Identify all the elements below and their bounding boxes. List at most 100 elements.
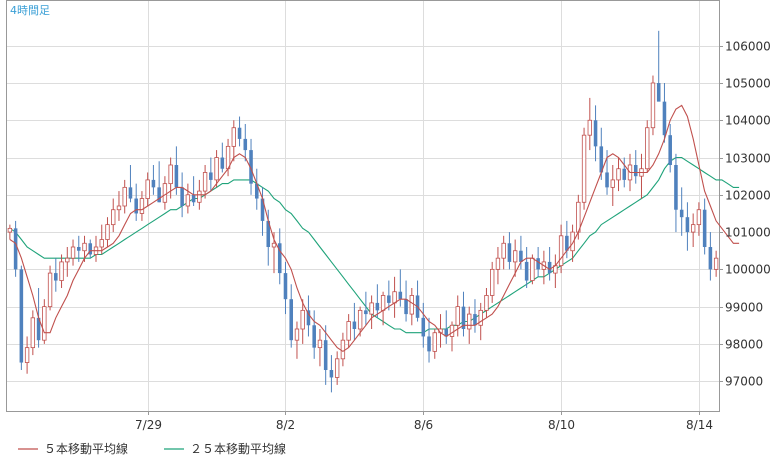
candle-up <box>501 242 506 259</box>
candle-down <box>134 198 138 214</box>
candle-down <box>421 317 426 337</box>
candle-down <box>157 187 161 203</box>
candle-up <box>713 257 719 270</box>
candle-up <box>484 295 489 311</box>
candle-up <box>334 358 340 378</box>
period-label: 4時間足 <box>10 4 50 17</box>
candle-down <box>323 340 328 370</box>
candle-up <box>346 321 351 341</box>
candle-up <box>340 339 346 360</box>
candle-down <box>536 258 540 270</box>
y-tick-label: 100000 <box>725 263 771 277</box>
candle-up <box>317 339 323 349</box>
candle-up <box>82 242 87 252</box>
candle-down <box>662 101 667 136</box>
candle-down <box>174 165 179 188</box>
candle-up <box>99 239 104 248</box>
candle-up <box>47 272 53 308</box>
candle-down <box>312 325 316 348</box>
candle-down <box>329 370 334 378</box>
candle-down <box>289 299 294 341</box>
candle-up <box>581 134 587 203</box>
candle-up <box>432 332 437 352</box>
legend-label-ma5: ５本移動平均線 <box>44 441 128 456</box>
candle-up <box>490 268 495 296</box>
candle-up <box>409 295 414 315</box>
candle-up <box>369 302 374 315</box>
candle-down <box>387 295 391 303</box>
candle-down <box>473 314 477 326</box>
candle-down <box>398 291 403 300</box>
candle-down <box>180 187 184 206</box>
candle-down <box>593 120 598 147</box>
candle-up <box>696 209 702 226</box>
candle-up <box>690 224 696 233</box>
candle-up <box>512 250 518 263</box>
candle-up <box>558 235 564 267</box>
x-tick-label: 8/2 <box>276 418 295 432</box>
y-tick-label: 104000 <box>725 114 771 128</box>
candle-up <box>116 205 122 211</box>
candle-up <box>610 179 615 188</box>
candle-up <box>392 291 397 304</box>
legend-label-ma25: ２５本移動平均線 <box>190 441 286 456</box>
candle-down <box>151 179 156 188</box>
candle-down <box>352 321 357 329</box>
candle-up <box>24 347 30 363</box>
candle-down <box>243 138 248 151</box>
candlestick-chart: 97000 98000 99000 100000 101000 102000 103000 1… <box>0 0 784 462</box>
candle-down <box>685 217 690 233</box>
candle-down <box>13 228 18 270</box>
candle-up <box>300 309 305 330</box>
candle-down <box>547 261 552 274</box>
candle-down <box>191 194 196 203</box>
y-tick-label: 103000 <box>725 152 771 166</box>
x-tick-label: 8/14 <box>686 418 713 432</box>
x-tick-label: 8/10 <box>548 418 575 432</box>
candle-up <box>380 295 386 311</box>
candle-down <box>702 209 707 247</box>
candle-up <box>455 306 460 326</box>
x-tick-label: 8/6 <box>414 418 433 432</box>
candle-down <box>237 127 242 139</box>
candle-down <box>507 243 512 262</box>
candle-down <box>404 299 408 315</box>
candle-up <box>42 306 47 341</box>
candle-down <box>375 302 380 311</box>
chart-background <box>0 0 784 462</box>
candle-up <box>478 309 483 326</box>
candle-up <box>645 127 650 170</box>
candle-up <box>7 227 13 233</box>
candle-up <box>231 127 236 147</box>
candle-up <box>587 119 592 136</box>
candle-up <box>294 328 300 341</box>
candle-down <box>633 165 638 177</box>
candle-down <box>708 247 713 270</box>
candle-down <box>19 269 24 363</box>
candle-down <box>656 83 661 102</box>
candle-down <box>128 187 133 199</box>
y-tick-label: 101000 <box>725 226 771 240</box>
candle-down <box>364 310 368 315</box>
candle-down <box>427 336 431 352</box>
candle-down <box>605 172 609 188</box>
candle-up <box>168 164 173 185</box>
candle-up <box>59 261 64 281</box>
candle-up <box>70 246 76 259</box>
candle-up <box>105 224 110 240</box>
candle-down <box>283 273 288 300</box>
candle-down <box>209 172 213 180</box>
y-tick-label: 99000 <box>725 301 763 315</box>
candle-up <box>65 257 70 263</box>
candle-down <box>622 168 627 180</box>
candle-up <box>111 209 116 226</box>
candle-up <box>495 257 501 270</box>
candle-up <box>30 317 36 349</box>
candle-up <box>449 324 455 337</box>
candle-down <box>54 273 58 281</box>
candle-up <box>185 194 191 207</box>
candle-up <box>616 168 621 181</box>
candle-up <box>145 179 150 199</box>
candle-down <box>524 261 529 281</box>
y-tick-label: 105000 <box>725 77 771 91</box>
